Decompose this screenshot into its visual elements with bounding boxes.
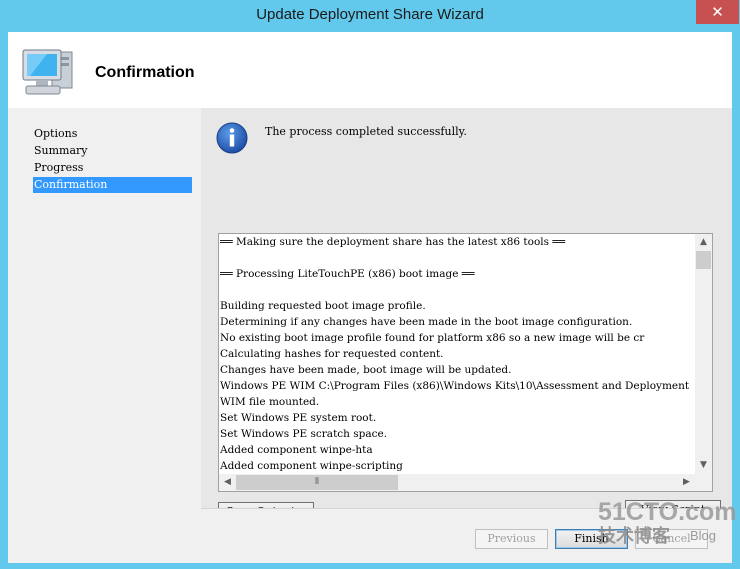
wizard-client-area: Confirmation Options Summary Progress Co… [8, 32, 732, 563]
scroll-right-arrow-icon[interactable]: ▶ [678, 474, 695, 491]
page-title: Confirmation [95, 64, 195, 81]
nav-item-summary[interactable]: Summary [33, 143, 192, 159]
scroll-up-arrow-icon[interactable]: ▲ [695, 234, 712, 251]
log-line: Calculating hashes for requested content… [220, 348, 444, 360]
nav-item-options[interactable]: Options [33, 126, 192, 142]
log-line: Added component winpe-hta [220, 444, 373, 456]
watermark-logo: 51CTO.com 技术博客 Blog [598, 498, 736, 547]
log-text: ══ Making sure the deployment share has … [220, 234, 694, 473]
log-line: Changes have been made, boot image will … [220, 364, 512, 376]
log-line: Set Windows PE system root. [220, 412, 377, 424]
title-bar: Update Deployment Share Wizard ✕ [0, 0, 740, 32]
log-line: WIM file mounted. [220, 396, 320, 408]
main-panel: The process completed successfully. ══ M… [201, 108, 732, 522]
log-line: Determining if any changes have been mad… [220, 316, 633, 328]
log-line: Added component winpe-scripting [220, 460, 403, 472]
watermark-line1: 51CTO.com [598, 498, 736, 526]
log-line: Set Windows PE scratch space. [220, 428, 388, 440]
wizard-nav: Options Summary Progress Confirmation [8, 108, 200, 563]
close-button[interactable]: ✕ [696, 0, 739, 24]
scroll-left-arrow-icon[interactable]: ◀ [219, 474, 236, 491]
status-message: The process completed successfully. [265, 125, 467, 138]
nav-item-confirmation[interactable]: Confirmation [33, 177, 192, 193]
horizontal-scroll-thumb[interactable]: ⦀ [236, 475, 398, 490]
scroll-corner [695, 474, 712, 491]
previous-button[interactable]: Previous [475, 529, 548, 549]
wizard-header: Confirmation [8, 32, 732, 108]
log-line: No existing boot image profile found for… [220, 332, 645, 344]
log-line: ══ Processing LiteTouchPE (x86) boot ima… [220, 268, 475, 280]
watermark-line2: 技术博客 [598, 525, 671, 547]
vertical-scroll-thumb[interactable] [696, 251, 711, 269]
horizontal-scrollbar[interactable]: ◀ ⦀ ▶ [219, 474, 695, 491]
log-line: ══ Making sure the deployment share has … [220, 236, 566, 248]
log-line: Building requested boot image profile. [220, 300, 426, 312]
info-icon [216, 122, 248, 154]
vertical-scrollbar[interactable]: ▲ ▼ [695, 234, 712, 474]
window-title: Update Deployment Share Wizard [256, 6, 484, 23]
log-line: Windows PE WIM C:\Program Files (x86)\Wi… [220, 380, 690, 392]
watermark-line3: Blog [690, 528, 716, 543]
computer-icon [22, 49, 73, 95]
scroll-down-arrow-icon[interactable]: ▼ [695, 457, 712, 474]
output-log[interactable]: ══ Making sure the deployment share has … [218, 233, 713, 492]
nav-item-progress[interactable]: Progress [33, 160, 192, 176]
